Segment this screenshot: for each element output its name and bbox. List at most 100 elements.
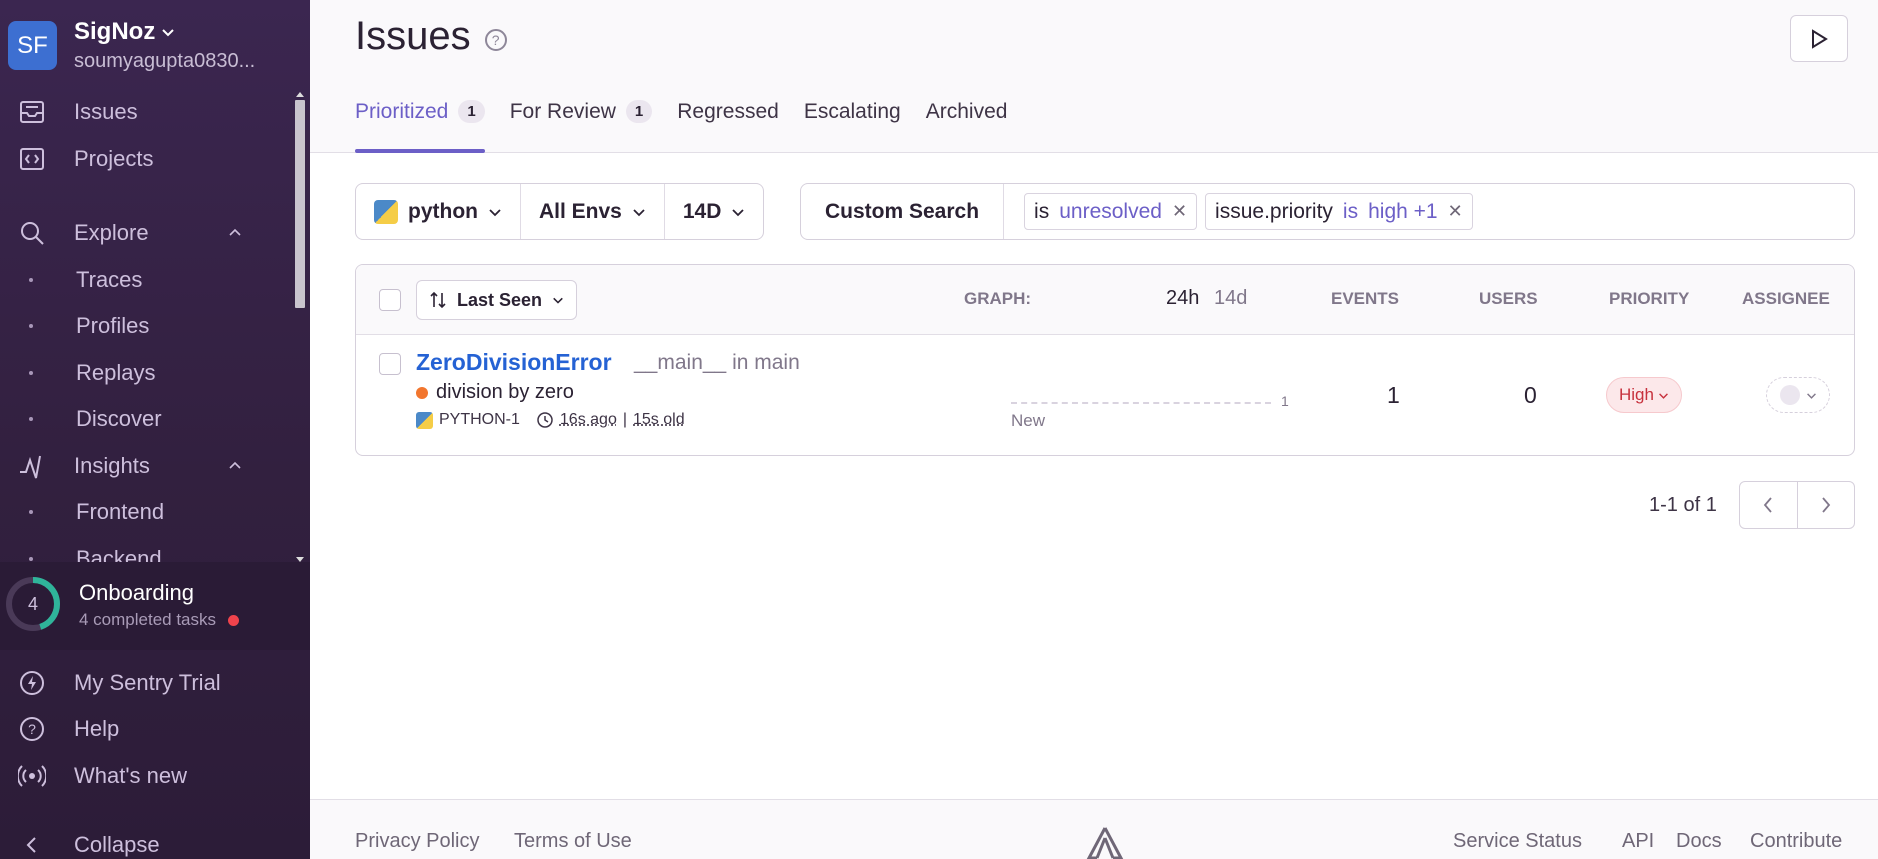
table-header: Last Seen GRAPH: 24h 14d EVENTS USERS PR… [356, 265, 1854, 335]
events-count: 1 [1387, 382, 1400, 409]
sidebar-item-trial[interactable]: My Sentry Trial [0, 663, 270, 703]
broadcast-icon [17, 761, 47, 791]
sidebar-item-label: Frontend [76, 499, 164, 525]
pagination [1739, 481, 1855, 529]
org-switcher[interactable]: SF SigNoz soumyagupta0830... [8, 18, 279, 73]
onboarding-progress-ring: 4 [5, 576, 61, 632]
sidebar-item-label: Projects [74, 146, 153, 172]
custom-search-button[interactable]: Custom Search [801, 184, 1004, 239]
issue-short-id[interactable]: PYTHON-1 [439, 411, 520, 429]
play-button[interactable] [1790, 15, 1848, 62]
sidebar-item-backend[interactable]: Backend [0, 539, 270, 562]
close-icon[interactable]: ✕ [1172, 201, 1187, 222]
sidebar-item-profiles[interactable]: Profiles [0, 306, 270, 346]
sidebar-item-label: Backend [76, 546, 162, 562]
tab-regressed[interactable]: Regressed [677, 100, 779, 153]
project-filter[interactable]: python [356, 184, 521, 239]
footer: Privacy Policy Terms of Use Service Stat… [310, 799, 1878, 859]
chevron-up-icon [228, 226, 242, 240]
close-icon[interactable]: ✕ [1448, 201, 1463, 222]
search-token[interactable]: is unresolved ✕ [1024, 193, 1197, 230]
code-box-icon [17, 144, 47, 174]
sidebar-item-label: Help [74, 716, 119, 742]
sentry-logo-icon [1085, 825, 1125, 859]
sidebar-item-discover[interactable]: Discover [0, 399, 270, 439]
sidebar-item-label: Replays [76, 360, 155, 386]
col-events: EVENTS [1331, 289, 1399, 309]
chevron-down-icon [161, 25, 175, 39]
sidebar-scrollbar[interactable] [293, 92, 307, 562]
sidebar-item-explore[interactable]: Explore [0, 213, 270, 253]
api-link[interactable]: API [1622, 830, 1654, 853]
scroll-up-arrow-icon[interactable] [296, 92, 304, 97]
sort-dropdown[interactable]: Last Seen [416, 280, 577, 320]
event-sparkline [1011, 402, 1271, 404]
lightning-icon [17, 668, 47, 698]
sidebar-item-frontend[interactable]: Frontend [0, 492, 270, 532]
sidebar-item-label: Collapse [74, 832, 160, 858]
sidebar-item-projects[interactable]: Projects [0, 139, 270, 179]
issue-age: 15s old [633, 411, 685, 429]
date-filter[interactable]: 14D [665, 184, 764, 239]
graph-label: GRAPH: [964, 289, 1031, 309]
sidebar-item-label: Discover [76, 406, 162, 432]
period-14d[interactable]: 14d [1214, 287, 1247, 310]
chevron-down-icon [1658, 390, 1669, 401]
tab-archived[interactable]: Archived [926, 100, 1008, 153]
issues-table: Last Seen GRAPH: 24h 14d EVENTS USERS PR… [355, 264, 1855, 456]
sidebar-item-label: What's new [74, 763, 187, 789]
select-all-checkbox[interactable] [379, 289, 401, 311]
onboarding-panel[interactable]: 4 Onboarding 4 completed tasks [0, 562, 310, 650]
python-icon [416, 412, 433, 429]
help-icon: ? [17, 714, 47, 744]
chevron-down-icon [731, 205, 745, 219]
privacy-link[interactable]: Privacy Policy [355, 830, 479, 853]
tab-escalating[interactable]: Escalating [804, 100, 901, 153]
period-24h[interactable]: 24h [1166, 287, 1199, 310]
avatar [1780, 385, 1800, 405]
graph-new-label: New [1011, 411, 1045, 431]
sidebar-item-insights[interactable]: Insights [0, 446, 270, 486]
issue-tabs: Prioritized 1 For Review 1 Regressed Escal… [355, 100, 1032, 153]
issue-message: division by zero [436, 381, 574, 404]
chevron-right-icon [1820, 496, 1832, 514]
chevron-down-icon [552, 294, 564, 306]
issue-culprit: __main__ in main [634, 351, 800, 375]
sidebar-item-help[interactable]: ? Help [0, 709, 270, 749]
prev-page-button[interactable] [1740, 482, 1797, 528]
sidebar-item-issues[interactable]: Issues [0, 92, 270, 132]
issue-title-link[interactable]: ZeroDivisionError [416, 349, 612, 376]
sidebar-nav: Issues Projects Explore Traces Profiles … [0, 92, 300, 562]
org-user: soumyagupta0830... [74, 50, 279, 73]
scroll-thumb[interactable] [295, 100, 305, 308]
sidebar-item-whats-new[interactable]: What's new [0, 756, 270, 796]
service-status-link[interactable]: Service Status [1453, 830, 1582, 853]
row-checkbox[interactable] [379, 353, 401, 375]
assignee-dropdown[interactable] [1766, 377, 1830, 413]
table-row[interactable]: ZeroDivisionError __main__ in main divis… [356, 335, 1854, 455]
priority-dropdown[interactable]: High [1606, 377, 1682, 413]
svg-text:?: ? [28, 721, 36, 737]
sort-icon [429, 291, 447, 309]
sidebar-item-traces[interactable]: Traces [0, 260, 270, 300]
sidebar-item-replays[interactable]: Replays [0, 353, 270, 393]
contribute-link[interactable]: Contribute [1750, 830, 1842, 853]
sidebar-collapse[interactable]: Collapse [0, 825, 270, 859]
sidebar-item-label: Insights [74, 453, 150, 479]
search-token[interactable]: issue.priority is high +1 ✕ [1205, 193, 1473, 230]
tab-prioritized[interactable]: Prioritized 1 [355, 100, 485, 153]
next-page-button[interactable] [1797, 482, 1855, 528]
search-bar[interactable]: Custom Search is unresolved ✕ issue.prio… [800, 183, 1855, 240]
terms-link[interactable]: Terms of Use [514, 830, 632, 853]
org-name: SigNoz [74, 18, 155, 46]
docs-link[interactable]: Docs [1676, 830, 1722, 853]
chevron-down-icon [1806, 390, 1817, 401]
sidebar-item-label: My Sentry Trial [74, 670, 221, 696]
python-icon [374, 200, 398, 224]
help-icon[interactable]: ? [485, 29, 507, 51]
level-dot [416, 387, 428, 399]
play-icon [1810, 29, 1828, 49]
onboarding-subtitle: 4 completed tasks [79, 610, 216, 630]
environment-filter[interactable]: All Envs [521, 184, 665, 239]
tab-for-review[interactable]: For Review 1 [510, 100, 653, 153]
